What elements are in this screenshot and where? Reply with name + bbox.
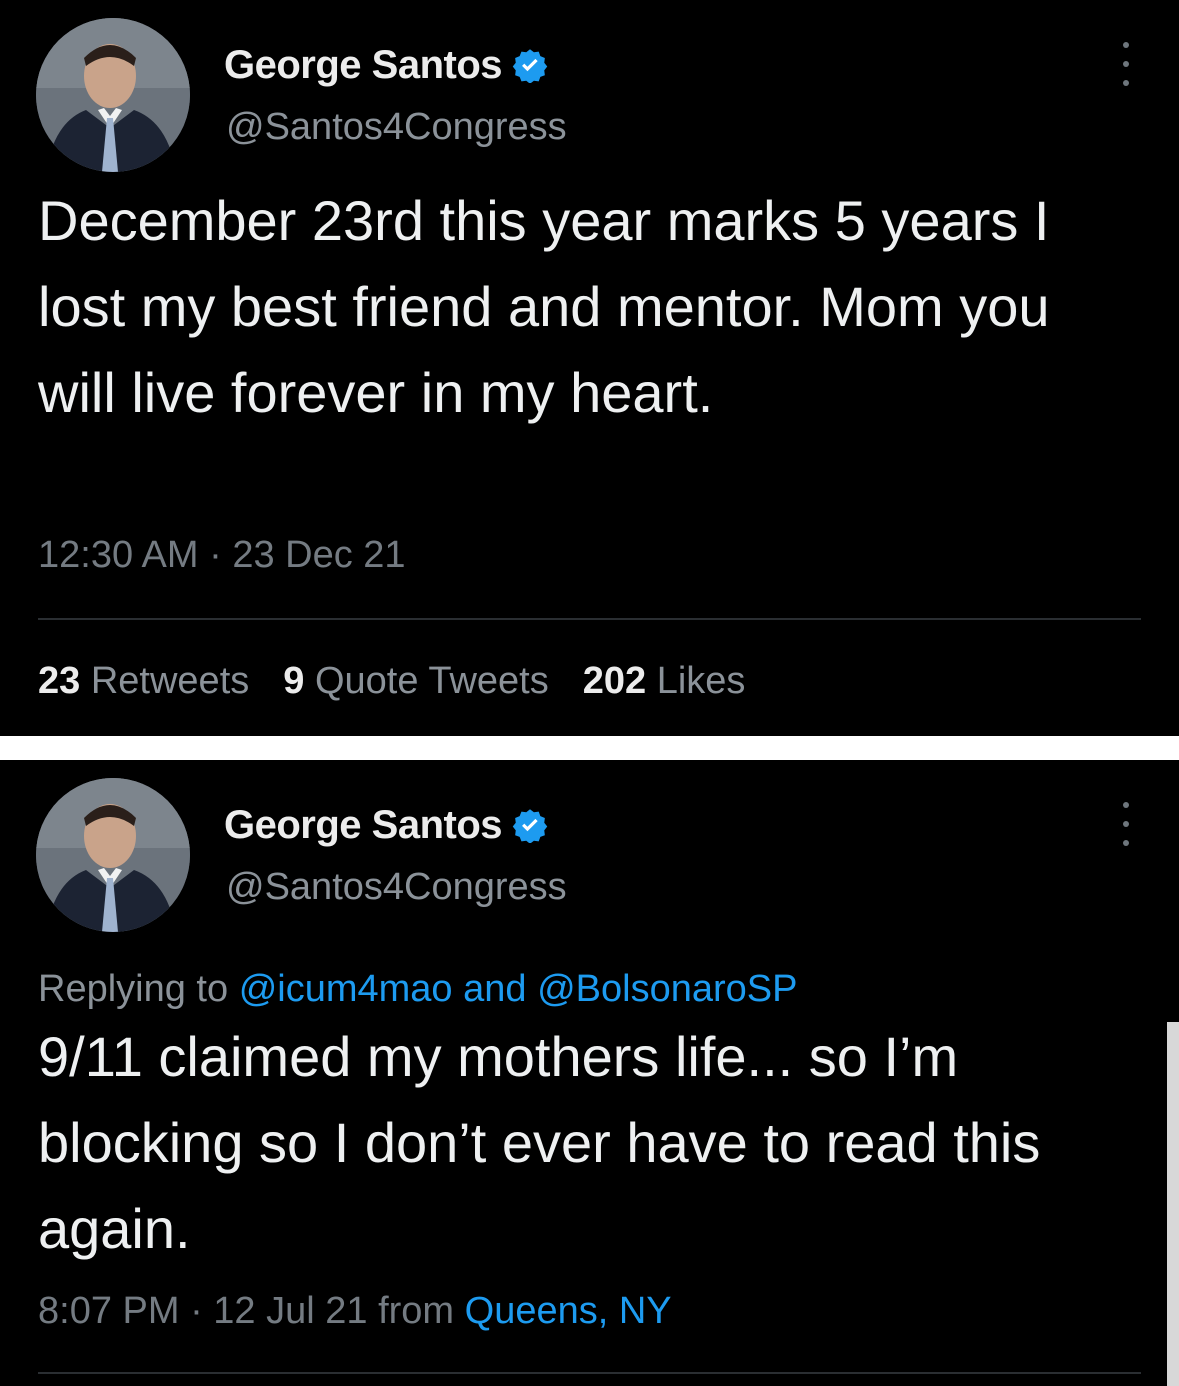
avatar[interactable] <box>36 18 190 172</box>
retweets-count: 23 <box>38 660 81 702</box>
timestamp-value[interactable]: 8:07 PM · 12 Jul 21 <box>38 1290 368 1332</box>
likes-stat[interactable]: 202 Likes <box>583 660 746 703</box>
quotes-label: Quote Tweets <box>314 660 549 702</box>
tweet-text: 9/11 claimed my mothers life... so I’m b… <box>38 1025 1041 1260</box>
reply-user-link[interactable]: @BolsonaroSP <box>537 968 797 1010</box>
author-name[interactable]: George Santos <box>224 43 503 88</box>
likes-count: 202 <box>582 660 647 702</box>
retweets-label: Retweets <box>90 660 250 702</box>
quotes-count: 9 <box>283 660 305 702</box>
replying-to-label: Replying to <box>38 968 229 1010</box>
verified-badge-icon <box>512 809 548 843</box>
author-handle[interactable]: @Santos4Congress <box>226 866 567 909</box>
likes-label: Likes <box>656 660 746 702</box>
quotes-stat[interactable]: 9 Quote Tweets <box>283 660 548 703</box>
reply-conjunction: and <box>463 968 527 1010</box>
replying-to: Replying to @icum4mao and @BolsonaroSP <box>38 968 797 1011</box>
author-row: George Santos <box>224 40 548 90</box>
reply-user-link[interactable]: @icum4mao <box>239 968 453 1010</box>
tweet-timestamp: 8:07 PM · 12 Jul 21 from Queens, NY <box>38 1290 672 1333</box>
more-options-icon[interactable] <box>1119 802 1133 846</box>
more-options-icon[interactable] <box>1119 42 1133 86</box>
from-label: from <box>378 1290 455 1332</box>
tweet-text: December 23rd this year marks 5 years I … <box>38 189 1050 424</box>
author-row: George Santos <box>224 800 548 850</box>
location-link[interactable]: Queens, NY <box>465 1290 672 1332</box>
author-handle[interactable]: @Santos4Congress <box>226 106 567 149</box>
tweet-card: George Santos @Santos4Congress December … <box>0 0 1179 736</box>
scrollbar[interactable] <box>1167 1022 1179 1386</box>
author-name[interactable]: George Santos <box>224 803 503 848</box>
avatar[interactable] <box>36 778 190 932</box>
tweet-card: George Santos @Santos4Congress Replying … <box>0 760 1179 1386</box>
tweet-timestamp[interactable]: 12:30 AM · 23 Dec 21 <box>38 534 406 577</box>
retweets-stat[interactable]: 23 Retweets <box>38 660 249 703</box>
divider <box>38 618 1141 620</box>
divider <box>38 1372 1141 1374</box>
verified-badge-icon <box>512 49 548 83</box>
tweet-stats: 23 Retweets 9 Quote Tweets 202 Likes <box>38 660 779 703</box>
